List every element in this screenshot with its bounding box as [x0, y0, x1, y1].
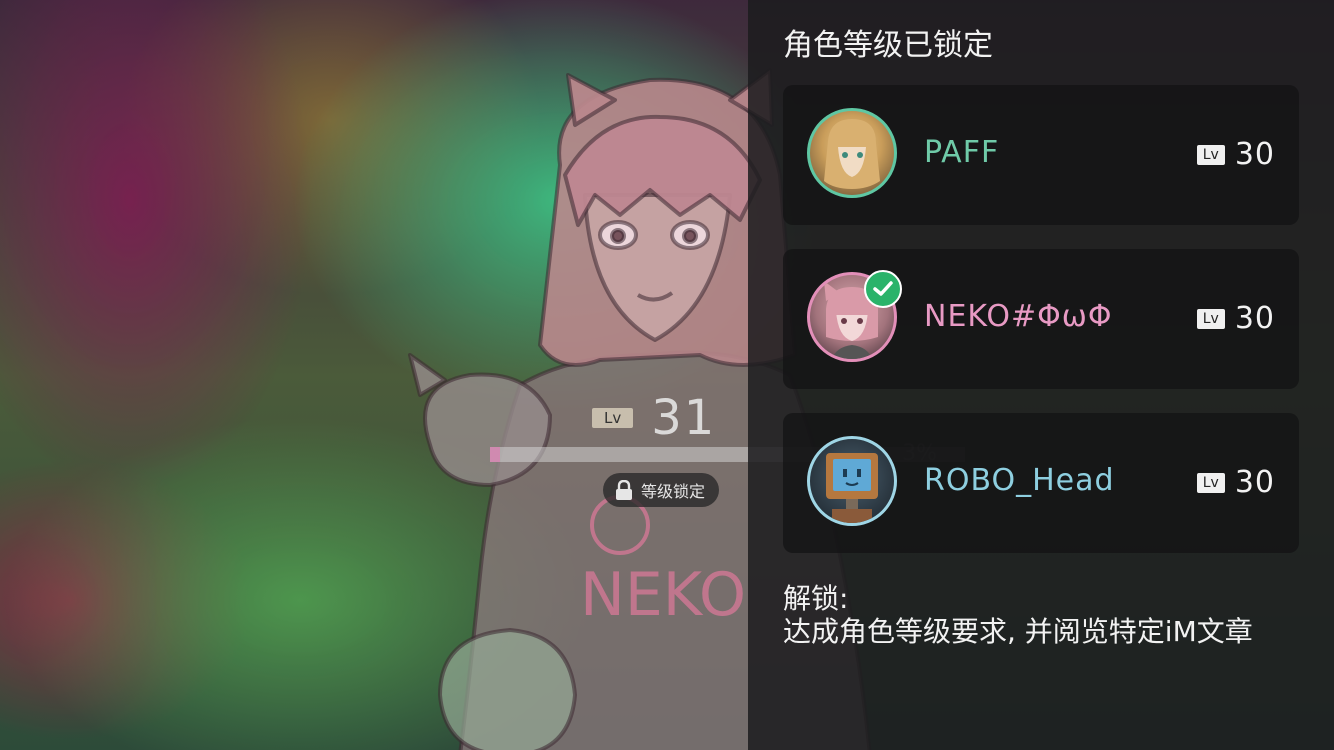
character-card-paff[interactable]: PAFF Lv 30	[783, 85, 1299, 225]
level-value: 30	[1234, 137, 1275, 172]
character-card-neko[interactable]: NEKO#ΦωΦ Lv 30	[783, 249, 1299, 389]
paff-portrait-icon	[824, 119, 880, 189]
level-tag: Lv	[1196, 144, 1225, 165]
character-level: Lv 30	[1196, 137, 1275, 172]
lock-icon	[616, 480, 632, 500]
current-level-value: 31	[651, 390, 717, 446]
level-tag: Lv	[1196, 308, 1225, 329]
character-name: NEKO#ΦωΦ	[924, 299, 1113, 334]
level-tag: Lv	[592, 408, 634, 428]
paff-avatar	[807, 108, 897, 198]
selected-check-icon	[864, 270, 902, 308]
robo-head-portrait-icon	[826, 453, 878, 523]
level-tag: Lv	[1196, 472, 1225, 493]
unlock-label: 解锁:	[783, 582, 849, 615]
character-card-robo-head[interactable]: ROBO_Head Lv 30	[783, 413, 1299, 553]
character-level: Lv 30	[1196, 301, 1275, 336]
character-level: Lv 30	[1196, 465, 1275, 500]
level-progress-fill	[490, 447, 500, 462]
level-lock-badge[interactable]: 等级锁定	[603, 473, 720, 507]
level-lock-label: 等级锁定	[641, 482, 706, 501]
level-value: 30	[1234, 301, 1275, 336]
character-name: PAFF	[924, 135, 1000, 170]
character-level-screen: NEKO Lv 31 3% 等级锁定 角色等级已锁定	[0, 0, 1334, 750]
robo-head-avatar	[807, 436, 897, 526]
current-level-display: Lv 31	[592, 390, 716, 446]
level-value: 30	[1234, 465, 1275, 500]
level-lock-panel: 角色等级已锁定 PAFF Lv 30 NEKO#ΦωΦ Lv 30 ROBO_H…	[748, 0, 1334, 750]
panel-title: 角色等级已锁定	[783, 28, 993, 63]
svg-text:NEKO: NEKO	[580, 560, 746, 630]
unlock-description: 达成角色等级要求, 并阅览特定iM文章	[783, 615, 1253, 648]
character-name: ROBO_Head	[924, 463, 1115, 498]
